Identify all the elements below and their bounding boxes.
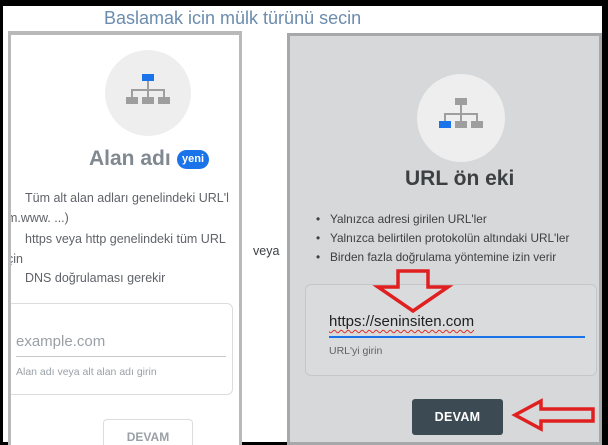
sitemap-icon (439, 98, 483, 128)
domain-card-title: Alan adı (89, 147, 171, 170)
domain-input-box: example.com Alan adı veya alt alan adı g… (11, 303, 233, 395)
arrow-left-icon (511, 398, 595, 432)
url-input-underline (329, 336, 585, 338)
arrow-down-icon (372, 269, 454, 314)
page-heading: Baslamak icin mülk türünü secin (104, 8, 362, 28)
domain-input[interactable]: example.com (16, 333, 105, 350)
domain-continue-button[interactable]: DEVAM (103, 419, 193, 445)
url-continue-button[interactable]: DEVAM (412, 399, 503, 435)
domain-feature-2: https veya http genelindeki tüm URL (25, 232, 226, 246)
sitemap-icon (126, 74, 170, 104)
domain-input-underline (16, 356, 226, 357)
url-prefix-property-card[interactable]: URL ön eki Yalnızca adresi girilen URL'l… (287, 33, 602, 445)
domain-feature-1-cont: m.www. ...) (8, 211, 69, 225)
url-input[interactable]: https://seninsiten.com (329, 313, 474, 330)
screenshot-border-left (0, 0, 3, 445)
url-icon-circle (417, 74, 505, 162)
url-feature-list: Yalnızca adresi girilen URL'ler Yalnızca… (316, 210, 569, 267)
url-feature-3: Birden fazla doğrulama yöntemine izin ve… (316, 248, 569, 267)
new-badge: yeni (177, 150, 210, 169)
url-card-title: URL ön eki (405, 167, 515, 190)
screenshot-border-right (602, 0, 608, 445)
domain-feature-3: DNS doğrulaması gerekir (25, 271, 166, 285)
screenshot-border-top (0, 0, 608, 6)
domain-input-helper: Alan adı veya alt alan adı girin (16, 366, 157, 378)
url-input-helper: URL'yi girin (329, 345, 383, 357)
or-separator: veya (253, 244, 280, 258)
domain-feature-1: Tüm alt alan adları genelindeki URL'l (25, 191, 229, 205)
domain-property-card[interactable]: Alan adı yeni Tüm alt alan adları geneli… (8, 31, 242, 445)
domain-icon-circle (105, 50, 191, 136)
url-feature-1: Yalnızca adresi girilen URL'ler (316, 210, 569, 229)
url-feature-2: Yalnızca belirtilen protokolün altındaki… (316, 229, 569, 248)
domain-feature-2-cont: çin (8, 252, 23, 266)
